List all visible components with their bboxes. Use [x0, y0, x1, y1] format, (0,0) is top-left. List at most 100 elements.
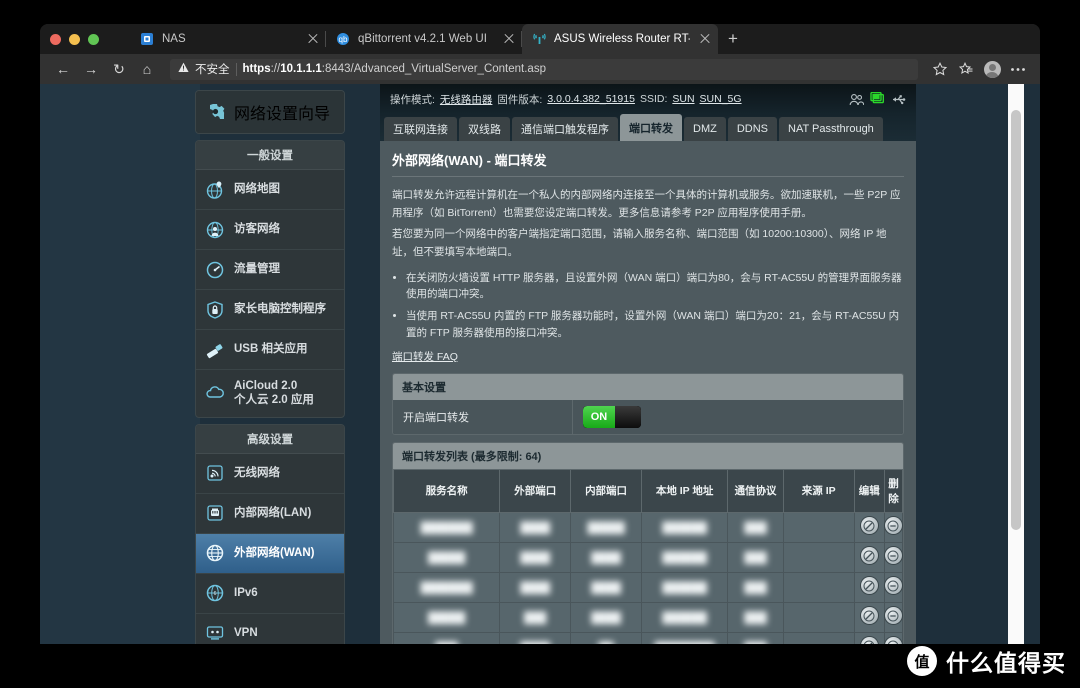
back-icon[interactable]: ← [50, 57, 76, 81]
cell-internal-port: ██ [570, 631, 643, 644]
tab-internet-connection[interactable]: 互联网连接 [384, 117, 457, 141]
tab-port-forwarding[interactable]: 端口转发 [620, 114, 682, 141]
cell-edit[interactable] [853, 511, 885, 543]
usb-icon[interactable] [890, 91, 906, 107]
cell-edit[interactable] [853, 631, 885, 644]
ssid-label: SSID: [639, 93, 668, 105]
sidebar-item-aicloud[interactable]: AiCloud 2.0 个人云 2.0 应用 [196, 370, 344, 417]
collections-icon[interactable] [954, 57, 978, 81]
edit-icon[interactable] [860, 637, 878, 644]
cell-delete[interactable] [883, 631, 903, 644]
ssid-2g-value[interactable]: SUN [672, 93, 694, 105]
tab-port-trigger[interactable]: 通信端口触发程序 [512, 117, 618, 141]
clients-icon[interactable] [848, 91, 864, 107]
svg-text:6: 6 [213, 591, 216, 597]
home-icon[interactable]: ⌂ [134, 57, 160, 81]
panel-notes-list: 在关闭防火墙设置 HTTP 服务器，且设置外网（WAN 端口）端口为80，会与 … [392, 264, 904, 342]
minimize-window-button[interactable] [69, 34, 80, 45]
close-window-button[interactable] [50, 34, 61, 45]
enable-port-forwarding-toggle[interactable]: ON [583, 405, 641, 428]
cell-edit[interactable] [853, 541, 885, 573]
sidebar-item-traffic-manager[interactable]: 流量管理 [196, 250, 344, 290]
redacted-value: ████ [520, 552, 551, 565]
router-nav-tabs: 互联网连接 双线路 通信端口触发程序 端口转发 DMZ DDNS NAT Pas… [380, 114, 916, 141]
tab-list: NAS qb qBittorrent v4.2.1 Web UI ASUS Wi… [130, 24, 748, 54]
basic-settings-heading: 基本设置 [393, 373, 903, 400]
cell-service-name: █████ [393, 601, 501, 633]
cell-edit[interactable] [853, 571, 885, 603]
ssid-5g-value[interactable]: SUN_5G [700, 93, 742, 105]
cell-edit[interactable] [853, 601, 885, 633]
cell-protocol: ███ [727, 601, 784, 633]
sidebar-item-guest-network[interactable]: 访客网络 [196, 210, 344, 250]
sidebar-item-wireless[interactable]: 无线网络 [196, 454, 344, 494]
profile-avatar[interactable] [980, 57, 1004, 81]
address-bar[interactable]: 不安全 https://10.1.1.1:8443/Advanced_Virtu… [170, 58, 918, 80]
delete-icon[interactable] [884, 547, 902, 565]
new-tab-button[interactable]: + [718, 24, 748, 54]
browser-tab-qbittorrent[interactable]: qb qBittorrent v4.2.1 Web UI [326, 24, 522, 54]
table-row: ███████ ████ ████ ██████ ███ [393, 571, 903, 603]
sidebar-item-usb-application[interactable]: USB 相关应用 [196, 330, 344, 370]
close-tab-button[interactable] [502, 32, 516, 46]
sidebar-item-parental-control[interactable]: 家长电脑控制程序 [196, 290, 344, 330]
sidebar-item-wizard[interactable]: 网络设置向导 [196, 91, 344, 133]
browser-tab-title: NAS [162, 33, 186, 45]
edit-icon[interactable] [860, 547, 878, 565]
forward-icon[interactable]: → [78, 57, 104, 81]
browser-tab-title: qBittorrent v4.2.1 Web UI [358, 33, 487, 45]
tab-ddns[interactable]: DDNS [727, 117, 777, 141]
close-tab-button[interactable] [306, 32, 320, 46]
monitor-icon[interactable] [869, 91, 885, 107]
cell-internal-port: █████ [570, 511, 643, 543]
port-forwarding-list-section: 端口转发列表 (最多限制: 64) 服务名称 外部端口 内部端口 本地 IP 地… [392, 441, 904, 644]
enable-port-forwarding-row: 开启端口转发 ON [393, 399, 903, 434]
page-scrollbar[interactable] [1008, 84, 1024, 644]
router-sidebar: 网络设置向导 一般设置 网络地图 访客网络 流量管理 家长电脑控制程序 USB … [195, 84, 345, 644]
sidebar-item-network-map[interactable]: 网络地图 [196, 170, 344, 210]
url-path: :8443/Advanced_VirtualServer_Content.asp [321, 63, 546, 75]
table-row: █████ ███ ████ ██████ ███ [393, 601, 903, 633]
close-tab-button[interactable] [698, 32, 712, 46]
maximize-window-button[interactable] [88, 34, 99, 45]
router-main-panel: 操作模式: 无线路由器 固件版本: 3.0.0.4.382_51915 SSID… [380, 84, 916, 644]
browser-tab-asus-router[interactable]: ASUS Wireless Router RT-AC55 [522, 24, 718, 54]
favorite-star-icon[interactable] [928, 57, 952, 81]
table-row: █████ ████ ████ ██████ ███ [393, 541, 903, 573]
firmware-version-value[interactable]: 3.0.0.4.382_51915 [547, 93, 635, 105]
operation-mode-value[interactable]: 无线路由器 [440, 92, 493, 107]
tab-dual-wan[interactable]: 双线路 [459, 117, 510, 141]
edit-icon[interactable] [860, 577, 878, 595]
sidebar-item-vpn[interactable]: VPN [196, 614, 344, 644]
toggle-knob[interactable] [615, 405, 641, 428]
cell-delete[interactable] [883, 601, 903, 633]
cell-source-ip [782, 511, 855, 543]
cell-delete[interactable] [883, 511, 903, 543]
delete-icon[interactable] [884, 577, 902, 595]
tab-dmz[interactable]: DMZ [684, 117, 726, 141]
browser-tab-nas[interactable]: NAS [130, 24, 326, 54]
reload-icon[interactable]: ↻ [106, 57, 132, 81]
sidebar-item-label: 外部网络(WAN) [234, 547, 315, 560]
sidebar-item-lan[interactable]: 内部网络(LAN) [196, 494, 344, 534]
edit-icon[interactable] [860, 517, 878, 535]
cell-protocol: ███ [727, 541, 784, 573]
delete-icon[interactable] [884, 637, 902, 644]
edit-icon[interactable] [860, 607, 878, 625]
sidebar-item-label: AiCloud 2.0 个人云 2.0 应用 [234, 379, 314, 408]
delete-icon[interactable] [884, 607, 902, 625]
url-host: 10.1.1.1 [280, 63, 322, 75]
delete-icon[interactable] [884, 517, 902, 535]
faq-link[interactable]: 端口转发 FAQ [392, 349, 458, 364]
more-options-icon[interactable] [1006, 57, 1030, 81]
redacted-value: ████ [591, 552, 621, 565]
lan-icon [204, 503, 225, 524]
tab-nat-passthrough[interactable]: NAT Passthrough [779, 117, 883, 141]
browser-window: NAS qb qBittorrent v4.2.1 Web UI ASUS Wi… [40, 24, 1040, 644]
cell-delete[interactable] [883, 571, 903, 603]
sidebar-item-wan[interactable]: 外部网络(WAN) [196, 533, 344, 574]
sidebar-item-ipv6[interactable]: 6 IPv6 [196, 574, 344, 614]
page-scrollbar-thumb[interactable] [1011, 110, 1021, 530]
redacted-value: ████ [520, 582, 551, 595]
cell-delete[interactable] [883, 541, 903, 573]
